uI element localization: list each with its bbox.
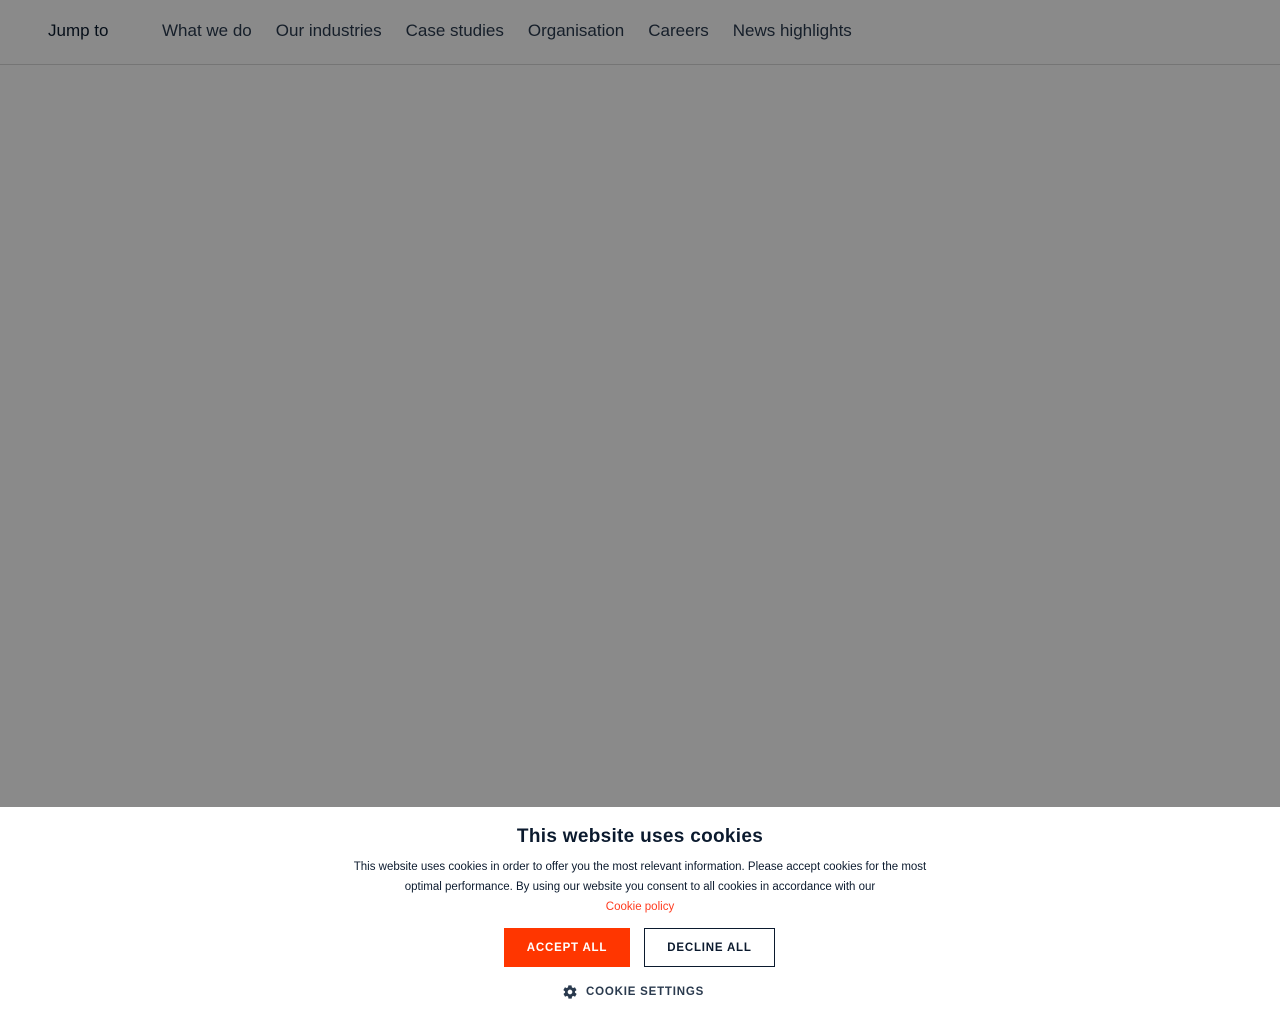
cookie-settings-button[interactable]: COOKIE SETTINGS — [562, 984, 704, 1000]
cookie-settings-label: COOKIE SETTINGS — [586, 986, 705, 998]
cookie-banner: This website uses cookies This website u… — [0, 807, 1280, 1024]
gear-icon — [563, 985, 577, 999]
cookie-body-text: This website uses cookies in order to of… — [353, 861, 927, 893]
cookie-title: This website uses cookies — [516, 826, 764, 847]
decline-all-button[interactable]: DECLINE ALL — [644, 928, 775, 967]
cookie-policy-link[interactable]: Cookie policy — [345, 897, 935, 917]
accept-all-button[interactable]: ACCEPT ALL — [504, 928, 630, 967]
cookie-description: This website uses cookies in order to of… — [345, 857, 935, 917]
